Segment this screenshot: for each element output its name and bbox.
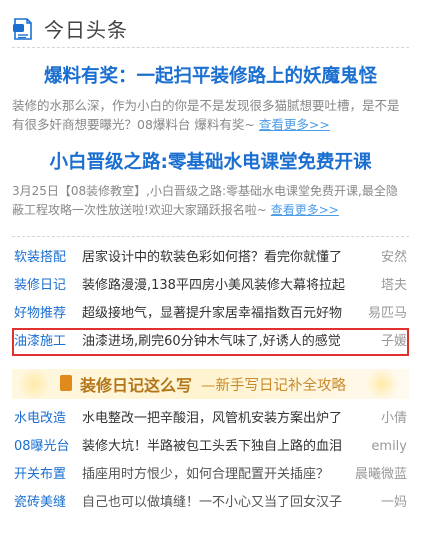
feature-description: 3月25日【08装修教室】,小白晋级之路:零基础水电课堂免费开课,最全隐蔽工程攻… <box>12 182 409 220</box>
list-item-author: 晨曦微蓝 <box>354 467 407 482</box>
list-item-title[interactable]: 插座用时方恨少，如何合理配置开关插座？ <box>82 461 374 489</box>
list-item-title[interactable]: 装修大坑！半路被包工头丢下独自上路的血泪 <box>82 433 374 461</box>
banner-decoration <box>16 369 52 399</box>
list-item-author: 易匹马 <box>367 306 407 321</box>
list-item[interactable]: 装修日记 装修路漫漫,138平四房小美风装修大幕将拉起 塔夫 <box>12 272 409 300</box>
promo-banner[interactable]: 装修日记这么写 —新手写日记补全攻略 <box>12 369 409 399</box>
list-item-title[interactable]: 装修路漫漫,138平四房小美风装修大幕将拉起 <box>82 272 374 300</box>
list-item-title[interactable]: 居家设计中的软装色彩如何搭？看完你就懂了 <box>82 244 374 272</box>
list-item-category[interactable]: 08曝光台 <box>14 433 70 461</box>
list-item-category[interactable]: 好物推荐 <box>14 300 66 328</box>
feature-title-link[interactable]: 爆料有奖：一起扫平装修路上的妖魔鬼怪 <box>12 62 409 88</box>
section-header: 今日头条 <box>12 10 409 48</box>
feature-article: 爆料有奖：一起扫平装修路上的妖魔鬼怪 装修的水那么深，作为小白的你是不是发现很多… <box>12 62 409 134</box>
list-item-author: 一妈 <box>380 495 407 510</box>
list-item[interactable]: 软装搭配 居家设计中的软装色彩如何搭？看完你就懂了 安然 <box>12 244 409 272</box>
list-item-author: 小倩 <box>380 411 407 426</box>
list-item-title[interactable]: 自己也可以做填缝！一不小心又当了回女汉子 <box>82 489 374 517</box>
list-item-author: emily <box>371 439 407 454</box>
article-list: 水电改造 水电整改一把辛酸泪，风管机安装方案出炉了 小倩 08曝光台 装修大坑！… <box>12 405 409 517</box>
list-item-category[interactable]: 油漆施工 <box>14 330 66 354</box>
list-item-title[interactable]: 超级接地气，显著提升家居幸福指数百元好物 <box>82 300 374 328</box>
banner-decoration <box>364 369 400 399</box>
list-item-category[interactable]: 软装搭配 <box>14 244 66 272</box>
banner-subtitle: —新手写日记补全攻略 <box>201 378 346 394</box>
banner-title: 装修日记这么写 <box>80 376 193 395</box>
list-item-author: 子媛 <box>380 334 407 349</box>
divider <box>12 236 409 237</box>
list-item[interactable]: 瓷砖美缝 自己也可以做填缝！一不小心又当了回女汉子 一妈 <box>12 489 409 517</box>
section-title: 今日头条 <box>44 18 128 42</box>
list-item-category[interactable]: 水电改造 <box>14 405 66 433</box>
list-item-highlighted[interactable]: 油漆施工 油漆进场,刷完60分钟木气味了,好诱人的感觉 子媛 <box>12 328 409 356</box>
article-list: 软装搭配 居家设计中的软装色彩如何搭？看完你就懂了 安然 装修日记 装修路漫漫,… <box>12 244 409 356</box>
list-item-author: 塔夫 <box>380 278 407 293</box>
list-item[interactable]: 开关布置 插座用时方恨少，如何合理配置开关插座？ 晨曦微蓝 <box>12 461 409 489</box>
feature-description-text: 3月25日【08装修教室】,小白晋级之路:零基础水电课堂免费开课,最全隐蔽工程攻… <box>12 184 398 217</box>
list-item-title[interactable]: 油漆进场,刷完60分钟木气味了,好诱人的感觉 <box>82 330 374 354</box>
see-more-link[interactable]: 查看更多>> <box>271 203 339 217</box>
feature-description-text: 装修的水那么深，作为小白的你是不是发现很多猫腻想要吐槽，是不是有很多奸商想要曝光… <box>12 98 400 132</box>
list-item[interactable]: 08曝光台 装修大坑！半路被包工头丢下独自上路的血泪 emily <box>12 433 409 461</box>
news-document-icon <box>13 17 32 40</box>
list-item[interactable]: 水电改造 水电整改一把辛酸泪，风管机安装方案出炉了 小倩 <box>12 405 409 433</box>
list-item[interactable]: 好物推荐 超级接地气，显著提升家居幸福指数百元好物 易匹马 <box>12 300 409 328</box>
feature-title-link[interactable]: 小白晋级之路:零基础水电课堂免费开课 <box>12 148 409 174</box>
list-item-category[interactable]: 开关布置 <box>14 461 66 489</box>
list-item-title[interactable]: 水电整改一把辛酸泪，风管机安装方案出炉了 <box>82 405 374 433</box>
list-item-category[interactable]: 装修日记 <box>14 272 66 300</box>
bookmark-icon <box>60 375 72 391</box>
see-more-link[interactable]: 查看更多>> <box>259 117 330 132</box>
feature-article: 小白晋级之路:零基础水电课堂免费开课 3月25日【08装修教室】,小白晋级之路:… <box>12 148 409 220</box>
feature-description: 装修的水那么深，作为小白的你是不是发现很多猫腻想要吐槽，是不是有很多奸商想要曝光… <box>12 96 409 134</box>
list-item-author: 安然 <box>380 250 407 265</box>
list-item-category[interactable]: 瓷砖美缝 <box>14 489 66 517</box>
